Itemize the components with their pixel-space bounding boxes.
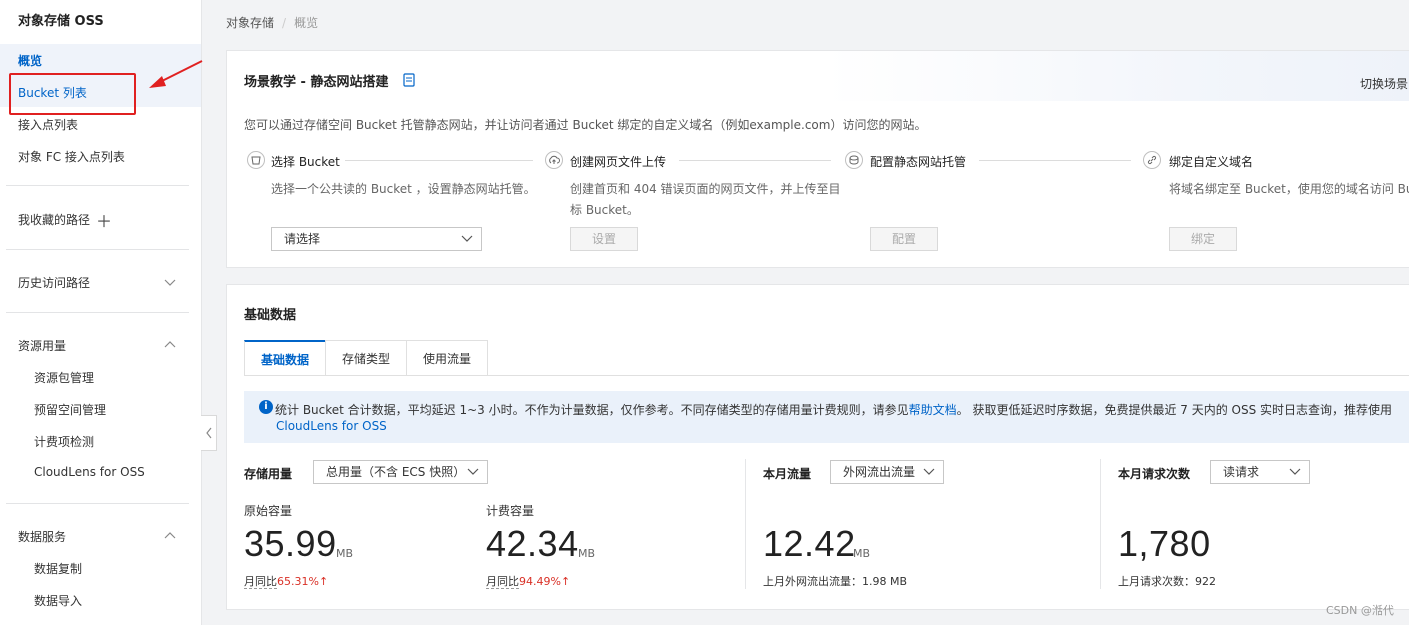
divider	[6, 185, 189, 186]
sidebar-subitem[interactable]: 预留空间管理	[34, 401, 106, 418]
cloudlens-link[interactable]: CloudLens for OSS	[276, 419, 387, 433]
set-button[interactable]: 设置	[570, 227, 638, 251]
breadcrumb-root[interactable]: 对象存储	[226, 16, 274, 30]
divider	[6, 249, 189, 250]
traffic-type-select[interactable]: 外网流出流量	[830, 460, 944, 484]
sidebar-subitem[interactable]: 数据导入	[34, 592, 82, 609]
info-icon: i	[259, 400, 273, 414]
config-button[interactable]: 配置	[870, 227, 938, 251]
step-title: 创建网页文件上传	[570, 155, 667, 169]
chevron-down-icon	[1289, 468, 1301, 475]
annotation-arrow-icon	[149, 60, 203, 88]
requests-previous: 上月请求次数：922	[1118, 575, 1216, 588]
traffic-value: 12.42	[763, 523, 856, 564]
chevron-left-icon	[205, 427, 211, 439]
chevron-down-icon	[923, 468, 935, 475]
chevron-up-icon[interactable]	[164, 339, 176, 351]
chevron-up-icon[interactable]	[164, 530, 176, 542]
sidebar-subitem[interactable]: 数据复制	[34, 560, 82, 577]
step-title: 配置静态网站托管	[870, 155, 967, 169]
sidebar-item-resource-usage[interactable]: 资源用量	[18, 337, 66, 354]
plus-icon[interactable]: ＋	[96, 208, 112, 232]
sidebar-subitem[interactable]: 资源包管理	[34, 369, 94, 386]
step-connector	[979, 160, 1131, 161]
collapse-sidebar-handle[interactable]	[201, 415, 217, 451]
sidebar-subitem[interactable]: CloudLens for OSS	[34, 465, 145, 479]
help-doc-link[interactable]: 帮助文档	[909, 403, 957, 417]
requests-label: 本月请求次数	[1118, 467, 1191, 481]
sidebar-item-data-services[interactable]: 数据服务	[18, 528, 66, 545]
raw-capacity-comparison: 月同比65.31%↑	[244, 575, 329, 589]
traffic-unit: MB	[853, 547, 871, 560]
switch-scene-link[interactable]: 切换场景	[1360, 75, 1408, 92]
basic-data-title: 基础数据	[244, 308, 297, 323]
storage-usage-label: 存储用量	[244, 467, 293, 481]
chevron-down-icon	[461, 235, 473, 242]
step-connector	[679, 160, 831, 161]
breadcrumb-separator: /	[282, 16, 287, 30]
sidebar-item-favorites[interactable]: 我收藏的路径	[18, 211, 90, 228]
step-description: 创建首页和 404 错误页面的网页文件，并上传至目	[570, 182, 841, 196]
sidebar-item-access-points[interactable]: 接入点列表	[18, 116, 78, 133]
sidebar-item-fc-access-points[interactable]: 对象 FC 接入点列表	[18, 148, 125, 165]
request-type-value: 读请求	[1223, 465, 1260, 479]
breadcrumb: 对象存储 / 概览	[226, 14, 318, 31]
card-decoration	[825, 51, 1409, 101]
divider	[6, 312, 189, 313]
billed-capacity-comparison: 月同比94.49%↑	[486, 575, 571, 589]
traffic-type-value: 外网流出流量	[843, 465, 916, 479]
chevron-down-icon[interactable]	[164, 276, 176, 288]
tab-traffic[interactable]: 使用流量	[406, 340, 488, 376]
config-icon	[845, 151, 863, 169]
traffic-label: 本月流量	[763, 467, 812, 481]
arrow-up-icon: ↑	[560, 575, 571, 588]
tab-storage-type[interactable]: 存储类型	[325, 340, 407, 376]
bucket-icon	[247, 151, 265, 169]
step-description: 标 Bucket。	[570, 203, 639, 217]
step-connector	[345, 160, 533, 161]
info-notice: i 统计 Bucket 合计数据，平均延迟 1~3 小时。不作为计量数据，仅作参…	[244, 391, 1409, 443]
cloud-upload-icon	[545, 151, 563, 169]
billed-capacity-label: 计费容量	[486, 504, 535, 518]
divider	[1100, 459, 1101, 589]
bind-button[interactable]: 绑定	[1169, 227, 1237, 251]
sidebar-subitem[interactable]: 计费项检测	[34, 433, 94, 450]
step-description: 将域名绑定至 Bucket，使用您的域名访问 Bu	[1169, 182, 1409, 196]
document-icon[interactable]	[403, 73, 415, 87]
requests-value: 1,780	[1118, 523, 1211, 564]
scene-description: 您可以通过存储空间 Bucket 托管静态网站，并让访问者通过 Bucket 绑…	[244, 118, 927, 132]
raw-capacity-value: 35.99	[244, 523, 337, 564]
bucket-select[interactable]: 请选择	[271, 227, 482, 251]
raw-capacity-unit: MB	[336, 547, 354, 560]
tab-underline	[244, 375, 1409, 376]
raw-capacity-label: 原始容量	[244, 504, 293, 518]
tab-basic-data[interactable]: 基础数据	[244, 340, 326, 376]
step-title: 选择 Bucket	[271, 155, 340, 169]
scene-title: 场景教学 - 静态网站搭建	[244, 75, 389, 90]
divider	[745, 459, 746, 589]
notice-line: 统计 Bucket 合计数据，平均延迟 1~3 小时。不作为计量数据，仅作参考。…	[275, 403, 1393, 417]
traffic-previous: 上月外网流出流量：1.98 MB	[763, 575, 908, 588]
scene-tutorial-card: 场景教学 - 静态网站搭建 切换场景 您可以通过存储空间 Bucket 托管静态…	[226, 50, 1409, 268]
chevron-down-icon	[467, 468, 479, 475]
bucket-select-value: 请选择	[284, 232, 321, 246]
sidebar-item-history[interactable]: 历史访问路径	[18, 274, 90, 291]
arrow-up-icon: ↑	[318, 575, 329, 588]
divider	[6, 503, 189, 504]
storage-scope-select[interactable]: 总用量（不含 ECS 快照）	[313, 460, 488, 484]
request-type-select[interactable]: 读请求	[1210, 460, 1310, 484]
step-title: 绑定自定义域名	[1169, 155, 1254, 169]
link-icon	[1143, 151, 1161, 169]
storage-scope-value: 总用量（不含 ECS 快照）	[326, 465, 466, 479]
breadcrumb-current: 概览	[294, 16, 319, 30]
step-description: 选择一个公共读的 Bucket ，设置静态网站托管。	[271, 182, 536, 196]
billed-capacity-value: 42.34	[486, 523, 579, 564]
billed-capacity-unit: MB	[578, 547, 596, 560]
watermark: CSDN @湉代	[1326, 604, 1394, 617]
basic-data-card: 基础数据 基础数据 存储类型 使用流量 i 统计 Bucket 合计数据，平均延…	[226, 284, 1409, 610]
